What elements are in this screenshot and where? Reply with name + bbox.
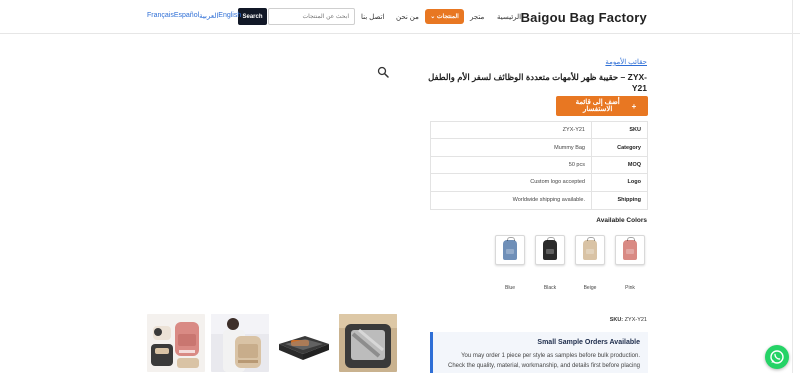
spec-value: Worldwide shipping available. [431,191,592,209]
sample-text: You may order 1 piece per style as sampl… [441,351,640,371]
sku-meta-value: ZYX-Y21 [624,317,647,323]
spec-label: SKU [629,127,641,134]
product-image [147,314,205,372]
color-swatch-pink[interactable] [615,235,645,265]
spec-table: SKU ZYX-Y21 Category Mummy Bag MOQ 50 pc… [430,121,648,210]
lang-french[interactable]: Français [147,12,174,20]
color-label: Pink [625,285,635,291]
spec-value: Mummy Bag [431,139,592,156]
spec-row-logo: Logo Custom logo accepted [431,174,647,192]
spec-row-category: Category Mummy Bag [431,139,647,157]
nav-home[interactable]: الرئيسية [497,13,521,21]
search-icon[interactable] [377,66,389,78]
sku-meta: SKU: ZYX-Y21 [610,317,647,323]
color-swatch-blue[interactable] [495,235,525,265]
sample-title: Small Sample Orders Available [537,339,640,346]
site-brand[interactable]: Baigou Bag Factory [521,10,647,25]
main-nav: الرئيسية متجر المنتجات ⌄ من نحن اتصل بنا [359,9,521,26]
spec-label: Category [617,144,641,151]
spec-label: MOQ [627,161,641,168]
spec-value: ZYX-Y21 [431,122,592,139]
breadcrumb-category[interactable]: حقائب الأمومة [605,58,647,66]
lang-spanish[interactable]: Español [174,12,199,20]
language-switcher: Français Español العربية English [147,12,241,20]
gallery-thumbnail[interactable] [211,314,269,372]
sample-line: Check the quality, material, workmanship… [448,363,640,369]
gallery-thumbnail[interactable] [147,314,205,372]
nav-shop[interactable]: متجر [470,13,484,21]
add-to-inquiry-button[interactable]: أضف إلى قائمة الاستفسار + [556,96,648,116]
bag-icon [503,237,517,260]
color-label: Black [543,285,557,291]
product-title: حقيبة ظهر للأمهات متعددة الوظائف لسفر ال… [428,72,647,93]
product-image [275,314,333,372]
color-label: Blue [504,285,515,291]
bag-icon [543,237,557,260]
search-button[interactable]: Search [238,8,267,25]
lang-arabic[interactable]: العربية [199,12,218,20]
product-image [339,314,397,372]
spec-row-shipping: Shipping Worldwide shipping available. [431,191,647,209]
available-colors-heading: Available Colors [596,217,647,224]
spec-value: Custom logo accepted [431,174,592,191]
bag-icon [623,237,637,260]
site-header: Baigou Bag Factory الرئيسية متجر المنتجا… [0,0,800,34]
color-swatch-black[interactable] [535,235,565,265]
sample-orders-notice: Small Sample Orders Available You may or… [430,332,648,373]
plus-icon: + [631,101,637,111]
product-image [211,314,269,372]
sku-meta-label: SKU: [609,317,624,323]
whatsapp-icon [770,350,784,364]
nav-contact[interactable]: اتصل بنا [361,13,384,21]
search-input[interactable] [268,8,355,25]
spec-label: Shipping [617,197,641,204]
nav-products-button[interactable]: المنتجات ⌄ [425,9,464,24]
gallery-thumbnail[interactable] [339,314,397,372]
inquiry-label: أضف إلى قائمة الاستفسار [575,99,620,113]
spec-value: 50 pcs [431,156,592,174]
color-label: Beige [583,285,597,291]
spec-row-moq: MOQ 50 pcs [431,156,647,175]
color-swatch-beige[interactable] [575,235,605,265]
lang-english[interactable]: English [218,12,241,20]
nav-about[interactable]: من نحن [396,13,419,21]
page-edge-divider [792,0,793,373]
whatsapp-button[interactable] [765,345,789,369]
spec-label: Logo [627,179,641,186]
spec-row-sku: SKU ZYX-Y21 [431,122,647,140]
sample-line: You may order 1 piece per style as sampl… [461,353,640,359]
gallery-thumbnail[interactable] [275,314,333,372]
bag-icon [583,237,597,260]
